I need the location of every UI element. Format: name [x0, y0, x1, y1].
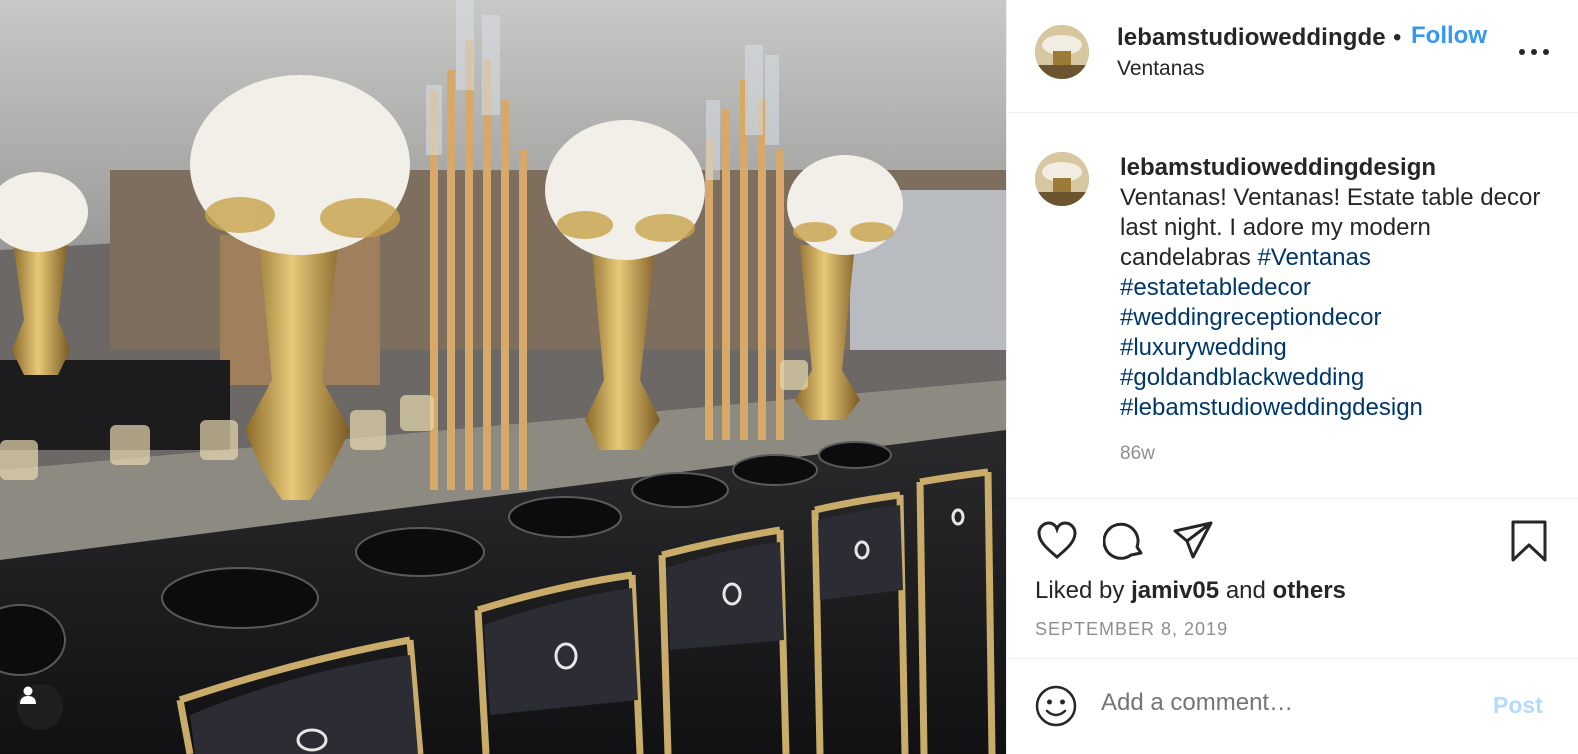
liked-by-user[interactable]: jamiv05 [1131, 577, 1219, 604]
liked-by-others[interactable]: others [1273, 577, 1346, 604]
caption-username[interactable]: lebamstudioweddingdesign [1120, 153, 1550, 183]
follow-button[interactable]: Follow [1411, 22, 1487, 50]
header-separator: • [1393, 24, 1402, 51]
location-link[interactable]: Ventanas [1117, 57, 1205, 81]
hashtag-link[interactable]: #luxurywedding [1120, 333, 1550, 363]
heart-icon[interactable] [1035, 519, 1079, 563]
hashtag-link[interactable]: #goldandblackwedding [1120, 363, 1550, 393]
caption-avatar[interactable] [1035, 152, 1089, 206]
emoji-smile-icon[interactable] [1035, 685, 1077, 727]
more-dot [1543, 49, 1549, 55]
action-section: Liked by jamiv05 and others SEPTEMBER 8,… [1007, 499, 1578, 659]
hashtag-link[interactable]: #lebamstudioweddingdesign [1120, 393, 1550, 423]
hashtag-link[interactable]: #Ventanas [1257, 244, 1370, 271]
hashtag-link[interactable]: #weddingreceptiondecor [1120, 303, 1550, 333]
post-comment-button[interactable]: Post [1493, 692, 1543, 719]
hashtag-link[interactable]: #estatetabledecor [1120, 273, 1550, 303]
post-photo[interactable] [0, 0, 1006, 754]
post-header: lebamstudioweddingde • Follow Ventanas [1007, 0, 1578, 113]
more-dot [1519, 49, 1525, 55]
comment-bubble-icon[interactable] [1103, 519, 1147, 563]
caption-section: lebamstudioweddingdesign Ventanas! Venta… [1007, 113, 1578, 499]
paper-plane-icon[interactable] [1171, 519, 1215, 563]
user-tag-icon [20, 686, 36, 704]
avatar[interactable] [1035, 25, 1089, 79]
more-options-icon[interactable] [1519, 44, 1549, 60]
caption-time-ago[interactable]: 86w [1120, 443, 1155, 465]
avatar-image [1035, 152, 1089, 206]
caption-text: lebamstudioweddingdesign Ventanas! Venta… [1120, 153, 1550, 423]
comment-input[interactable] [1101, 689, 1481, 717]
post-date[interactable]: SEPTEMBER 8, 2019 [1035, 619, 1228, 640]
likes-summary: Liked by jamiv05 and others [1035, 577, 1346, 605]
post-image [0, 0, 1006, 754]
avatar-image [1035, 25, 1089, 79]
post-side-panel: lebamstudioweddingde • Follow Ventanas l… [1006, 0, 1578, 754]
likes-prefix: Liked by [1035, 577, 1125, 604]
likes-middle: and [1225, 577, 1266, 604]
bookmark-icon[interactable] [1509, 519, 1549, 563]
header-username[interactable]: lebamstudioweddingde [1117, 24, 1387, 52]
more-dot [1531, 49, 1537, 55]
user-tag-button[interactable] [17, 684, 63, 730]
comment-section: Post [1007, 659, 1578, 754]
